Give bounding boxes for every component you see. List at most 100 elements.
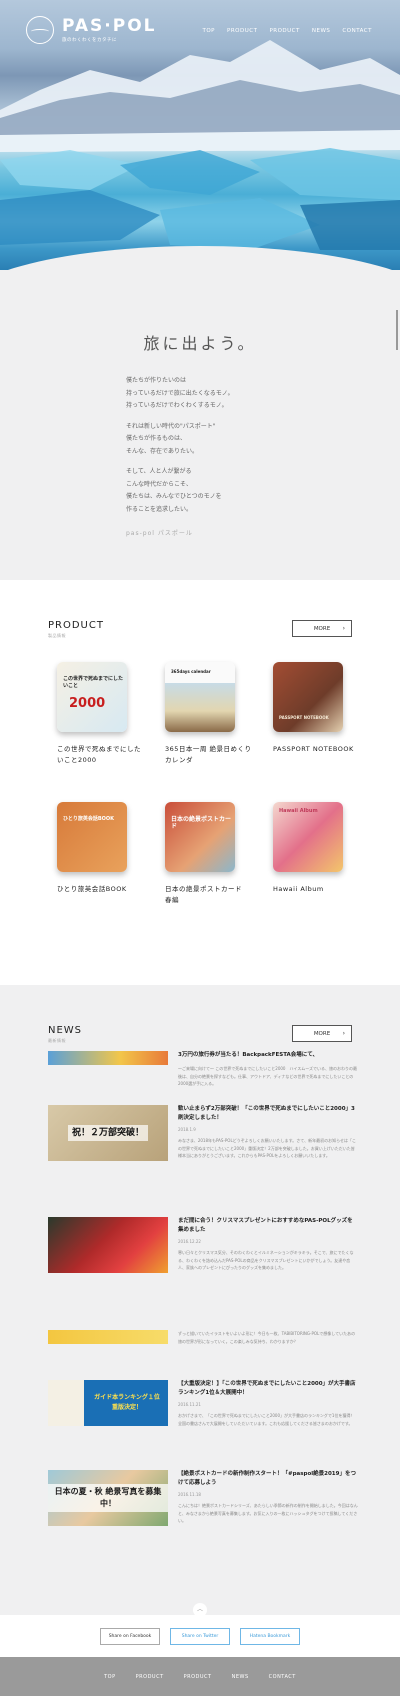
product-card[interactable]: PASSPORT NOTEBOOK PASSPORT NOTEBOOK	[273, 662, 363, 755]
news-item[interactable]: ずっと描いていたイラストをいよいよ形に！今日も一枚、TABIBITORING-P…	[48, 1330, 358, 1370]
thumbnail-text: 日本の夏・秋 絶景写真を募集中！	[48, 1484, 168, 1512]
news-title: 歓い止まらず2万部突破！「この世界で死ぬまでにしたいこと2000」3刷決定しまし…	[178, 1106, 355, 1121]
hatena-bookmark-button[interactable]: Hatena Bookmark	[240, 1627, 300, 1645]
product-image: PASSPORT NOTEBOOK	[273, 662, 343, 732]
news-thumbnail	[48, 1217, 168, 1273]
nav-news[interactable]: NEWS	[312, 28, 331, 34]
footer-link-product-2[interactable]: PRODUCT	[184, 1674, 212, 1680]
news-excerpt: 〜ご来場に向けて〜 この世界で死ぬまでにしたいこと2000 ハイスムーズでいる、…	[178, 1066, 358, 1086]
intro-line: 僕たちは、みんなでひとつのモノを	[126, 493, 222, 500]
news-date: 2016.12.22	[178, 1239, 201, 1244]
news-body: 【絶景ポストカードの新作制作スタート！「#paspol絶景2019」をつけて応募…	[178, 1470, 358, 1525]
product-card[interactable]: Hawaii Album Hawaii Album	[273, 802, 363, 895]
news-title: NEWS	[48, 1025, 83, 1036]
intro-line: 僕たちが作りたいのは	[126, 377, 187, 384]
product-card[interactable]: 日本の絶景ポストカード 日本の絶景ポストカード 春編	[165, 802, 255, 906]
news-date: 2018.1.9	[178, 1127, 196, 1132]
brand-name: PAS·POL	[62, 15, 157, 36]
footer-link-news[interactable]: NEWS	[232, 1674, 249, 1680]
news-item[interactable]: 3万円の旅行券が当たる！BackpackFESTA会場にて、 〜ご来場に向けて〜…	[48, 1051, 358, 1091]
intro-paragraph: そして、人と人が繋がる こんな時代だからこそ、 僕たちは、みんなでひとつのモノを…	[126, 466, 326, 516]
cover-text: 365days calendar	[171, 669, 211, 674]
news-section: NEWS 最新情報 MORE › 3万円の旅行券が当たる！BackpackFES…	[0, 985, 400, 1615]
intro-line: 僕たちが作るものは、	[126, 435, 187, 442]
news-more-button[interactable]: MORE ›	[292, 1025, 352, 1042]
intro-line: そして、人と人が繋がる	[126, 468, 192, 475]
product-subtitle: 製品情報	[48, 633, 66, 638]
news-item[interactable]: まだ間に合う！クリスマスプレゼントにおすすめなPAS-POLグッズを集めました …	[48, 1217, 358, 1327]
news-thumbnail: 祝！２万部突破！	[48, 1105, 168, 1161]
news-item[interactable]: 日本の夏・秋 絶景写真を募集中！ 【絶景ポストカードの新作制作スタート！「#pa…	[48, 1470, 358, 1570]
news-item[interactable]: ガイド本ランキング１位 重版決定！ 【大重版決定！】「この世界で死ぬまでにしたい…	[48, 1380, 358, 1460]
news-heading: NEWS 最新情報	[48, 1025, 82, 1044]
news-thumbnail	[48, 1051, 168, 1065]
nav-product[interactable]: PRODUCT	[227, 28, 257, 34]
news-title: 3万円の旅行券が当たる！BackpackFESTA会場にて、	[178, 1052, 318, 1058]
product-image: ひとり旅英会話BOOK	[57, 802, 127, 872]
news-body: 【大重版決定！】「この世界で死ぬまでにしたいこと2000」が大手書店ランキング1…	[178, 1380, 358, 1427]
news-title: 【大重版決定！】「この世界で死ぬまでにしたいこと2000」が大手書店ランキング1…	[178, 1381, 356, 1396]
cover-number: 2000	[69, 696, 106, 711]
logo-icon	[26, 16, 54, 44]
product-card[interactable]: ひとり旅英会話BOOK ひとり旅英会話BOOK	[57, 802, 147, 895]
news-title: まだ間に合う！クリスマスプレゼントにおすすめなPAS-POLグッズを集めました	[178, 1218, 353, 1233]
share-twitter-button[interactable]: Share on Twitter	[170, 1627, 230, 1645]
footer-link-contact[interactable]: CONTACT	[269, 1674, 296, 1680]
thumbnail-text: ガイド本ランキング１位 重版決定！	[94, 1394, 160, 1411]
news-body: まだ間に合う！クリスマスプレゼントにおすすめなPAS-POLグッズを集めました …	[178, 1217, 358, 1272]
news-excerpt: みなさま、2018年もPAS-POLどうぞよろしくお願いいたします。さて、新年最…	[178, 1138, 357, 1158]
intro-faded-text: pas-pol パスポール	[126, 530, 193, 537]
product-card[interactable]: この世界で死ぬまでにしたいこと 2000 この世界で死ぬまでにしたいこと2000	[57, 662, 147, 766]
more-label: MORE	[313, 625, 331, 632]
news-date: 2016.11.18	[178, 1492, 201, 1497]
intro-line: 持っているだけで旅に出たくなるモノ。	[126, 389, 234, 397]
product-card[interactable]: 365days calendar 365日本一周 絶景日めくりカレンダ	[165, 662, 255, 766]
product-name: 日本の絶景ポストカード 春編	[165, 885, 249, 904]
news-excerpt: こんにちは！絶景ポストカードシリーズ、あたらしい季節の新作の制作を開始しました。…	[178, 1503, 358, 1523]
chevron-up-icon: ︿	[196, 1606, 203, 1613]
nav-contact[interactable]: CONTACT	[342, 28, 372, 34]
more-label: MORE	[313, 1030, 331, 1037]
cover-text: この世界で死ぬまでにしたいこと	[63, 676, 124, 689]
product-image: この世界で死ぬまでにしたいこと 2000	[57, 662, 127, 732]
intro-line: 持っているだけでわくわくするモノ。	[126, 402, 228, 409]
product-section: PRODUCT 製品情報 MORE › この世界で死ぬまでにしたいこと 2000…	[0, 580, 400, 985]
news-excerpt: 寒い日々とクリスマス気分、そのわくわくとイルミネーションがキラキラ。そこで、旅に…	[178, 1250, 354, 1270]
global-nav: TOP PRODUCT PRODUCT NEWS CONTACT	[202, 28, 372, 34]
news-thumbnail: 日本の夏・秋 絶景写真を募集中！	[48, 1470, 168, 1526]
chevron-right-icon: ›	[342, 625, 345, 632]
intro-line: 作ることを追求したい。	[126, 505, 193, 513]
news-item[interactable]: 祝！２万部突破！ 歓い止まらず2万部突破！「この世界で死ぬまでにしたいこと200…	[48, 1105, 358, 1205]
cover-text: Hawaii Album	[279, 808, 318, 814]
cover-text: PASSPORT NOTEBOOK	[279, 715, 329, 720]
intro-paragraph: それは新しい時代の"パスポート" 僕たちが作るものは、 そんな、存在でありたい。	[126, 421, 326, 459]
product-image: 365days calendar	[165, 662, 235, 732]
intro-line: そんな、存在でありたい。	[126, 447, 198, 455]
intro-title: 旅に出よう。	[143, 334, 257, 353]
product-name: この世界で死ぬまでにしたいこと2000	[57, 745, 141, 764]
footer-link-top[interactable]: TOP	[104, 1674, 116, 1680]
nav-product-2[interactable]: PRODUCT	[269, 28, 299, 34]
brand-tagline: 旅のわくわくをカタチに	[62, 37, 117, 43]
intro-text: 僕たちが作りたいのは 持っているだけで旅に出たくなるモノ。 持っているだけでわく…	[126, 375, 326, 524]
news-subtitle: 最新情報	[48, 1038, 66, 1043]
share-facebook-button[interactable]: Share on Facebook	[100, 1627, 160, 1645]
product-image: Hawaii Album	[273, 802, 343, 872]
news-date: 2016.11.21	[178, 1402, 201, 1407]
product-name: ひとり旅英会話BOOK	[57, 885, 127, 893]
intro-paragraph: 僕たちが作りたいのは 持っているだけで旅に出たくなるモノ。 持っているだけでわく…	[126, 375, 326, 413]
news-thumbnail	[48, 1330, 168, 1344]
product-name: 365日本一周 絶景日めくりカレンダ	[165, 745, 252, 764]
nav-top[interactable]: TOP	[202, 28, 215, 34]
scrollbar[interactable]	[396, 310, 398, 350]
footer-link-product[interactable]: PRODUCT	[136, 1674, 164, 1680]
product-name: PASSPORT NOTEBOOK	[273, 745, 354, 753]
product-title: PRODUCT	[48, 620, 104, 631]
intro-line: こんな時代だからこそ、	[126, 480, 193, 488]
cover-text: ひとり旅英会話BOOK	[63, 816, 115, 822]
logo[interactable]: PAS·POL 旅のわくわくをカタチに	[26, 16, 157, 44]
product-name: Hawaii Album	[273, 885, 324, 893]
product-more-button[interactable]: MORE ›	[292, 620, 352, 637]
chevron-right-icon: ›	[342, 1030, 345, 1037]
intro-section: 旅に出よう。 僕たちが作りたいのは 持っているだけで旅に出たくなるモノ。 持って…	[0, 270, 400, 580]
